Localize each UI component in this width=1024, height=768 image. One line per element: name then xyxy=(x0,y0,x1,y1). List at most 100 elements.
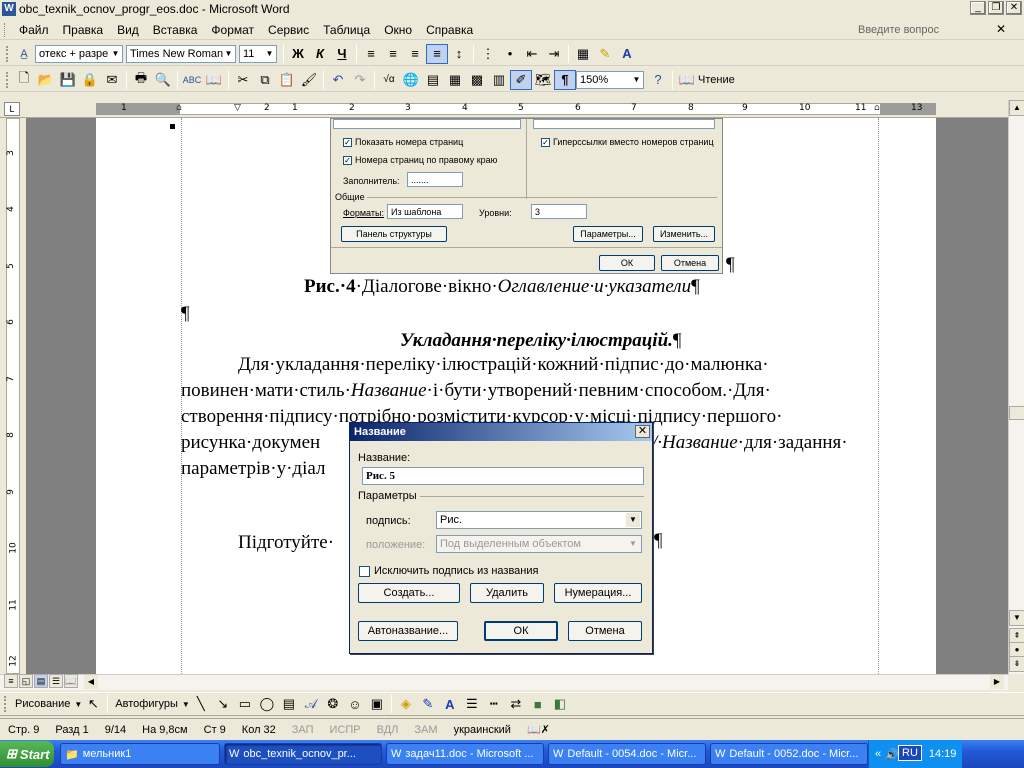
spelling-status-icon[interactable]: 📖✗ xyxy=(519,723,558,736)
taskbar-item[interactable]: W Default - 0054.doc - Micr... xyxy=(548,743,706,765)
print-preview-icon[interactable]: 🔍 xyxy=(152,70,174,90)
vertical-ruler[interactable]: 3 4 5 6 7 8 9 10 11 12 xyxy=(0,118,26,674)
redo-icon[interactable]: ↷ xyxy=(349,70,371,90)
menu-edit[interactable]: Правка xyxy=(56,23,111,37)
print-icon[interactable]: 🖶 xyxy=(130,70,152,90)
close-icon[interactable]: ✕ xyxy=(635,425,650,438)
equation-icon[interactable]: √α xyxy=(378,70,400,90)
paste-icon[interactable]: 📋 xyxy=(276,70,298,90)
first-line-indent-icon[interactable]: ▽ xyxy=(234,103,241,113)
outline-view-icon[interactable]: ☰ xyxy=(49,674,63,688)
horizontal-scrollbar[interactable]: ◀ ▶ xyxy=(0,674,1008,690)
picture-icon[interactable]: ▣ xyxy=(366,694,388,714)
menu-format[interactable]: Формат xyxy=(204,23,261,37)
close-document-icon[interactable]: ✕ xyxy=(996,22,1006,36)
underline-button[interactable]: Ч xyxy=(331,44,353,64)
scroll-up-icon[interactable]: ▲ xyxy=(1009,100,1024,116)
select-objects-icon[interactable]: ↖ xyxy=(82,694,104,714)
align-center-icon[interactable]: ≡ xyxy=(382,44,404,64)
status-overtype[interactable]: ЗАМ xyxy=(406,724,445,736)
help-icon[interactable]: ? xyxy=(647,70,669,90)
restore-button[interactable]: ❐ xyxy=(988,1,1004,15)
position-select[interactable]: Под выделенным объектом ▼ xyxy=(436,535,642,553)
autoshapes-menu[interactable]: Автофигуры xyxy=(111,698,182,710)
cancel-button[interactable]: Отмена xyxy=(568,621,642,641)
menu-view[interactable]: Вид xyxy=(110,23,146,37)
chevron-down-icon[interactable]: ▼ xyxy=(626,513,640,527)
close-button[interactable]: ✕ xyxy=(1006,1,1022,15)
autocaption-button[interactable]: Автоназвание... xyxy=(358,621,458,641)
status-track[interactable]: ИСПР xyxy=(322,724,369,736)
align-left-icon[interactable]: ≡ xyxy=(360,44,382,64)
paragraph-line[interactable]: Підготуйте· xyxy=(238,530,334,556)
label-select[interactable]: Рис. ▼ xyxy=(436,511,642,529)
numbering-button[interactable]: Нумерация... xyxy=(554,583,642,603)
copy-icon[interactable]: ⧉ xyxy=(254,70,276,90)
line-color-icon[interactable]: ✎ xyxy=(417,694,439,714)
textbox-icon[interactable]: ▤ xyxy=(278,694,300,714)
styles-pane-icon[interactable]: A̲ xyxy=(13,44,35,64)
scroll-thumb[interactable] xyxy=(1009,406,1024,420)
section-heading[interactable]: Укладання·переліку·ілюстрацій.¶ xyxy=(400,328,682,354)
paragraph-line[interactable]: параметрів·у·діал xyxy=(181,456,325,482)
taskbar-item[interactable]: Wзадач11.doc - Microsoft ... xyxy=(386,743,544,765)
delete-label-button[interactable]: Удалить xyxy=(470,583,544,603)
caption-name-input[interactable]: Рис. 5 xyxy=(362,467,644,485)
exclude-label-checkbox[interactable]: Исключить подпись из названия xyxy=(359,565,538,577)
normal-view-icon[interactable]: ≡ xyxy=(4,674,18,688)
drawing-toggle-icon[interactable]: ✐ xyxy=(510,69,532,90)
undo-icon[interactable]: ↶ xyxy=(327,70,349,90)
bullets-icon[interactable]: • xyxy=(499,44,521,64)
vertical-scrollbar[interactable]: ▲ ▼ ⇞ ● ⇟ xyxy=(1008,100,1024,674)
line-spacing-icon[interactable]: ↕ xyxy=(448,44,470,64)
taskbar-item[interactable]: W Default - 0052.doc - Micr... xyxy=(710,743,868,765)
permission-icon[interactable]: 🔒 xyxy=(79,70,101,90)
font-size-combo[interactable]: 11 ▼ xyxy=(239,44,277,63)
paragraph-line[interactable]: Для·укладання·переліку·ілюстрацій·кожний… xyxy=(238,352,769,378)
draw-menu[interactable]: Рисование xyxy=(11,698,74,710)
font-combo[interactable]: Times New Roman ▼ xyxy=(126,44,236,63)
open-folder-icon[interactable]: 📂 xyxy=(35,70,57,90)
email-icon[interactable]: ✉ xyxy=(101,70,123,90)
paragraph-line[interactable]: рисунка·докумен xyxy=(181,430,320,456)
justify-icon[interactable]: ≡ xyxy=(426,43,448,64)
oval-icon[interactable]: ◯ xyxy=(256,694,278,714)
menu-tools[interactable]: Сервис xyxy=(261,23,316,37)
indent-marker-icon[interactable]: ⌂ xyxy=(176,103,182,113)
reading-mode-button[interactable]: Чтение xyxy=(698,74,735,86)
scroll-right-icon[interactable]: ▶ xyxy=(990,675,1004,689)
menu-insert[interactable]: Вставка xyxy=(146,23,205,37)
menu-help[interactable]: Справка xyxy=(419,23,480,37)
menu-window[interactable]: Окно xyxy=(377,23,419,37)
hyperlink-icon[interactable]: 🌐 xyxy=(400,70,422,90)
scroll-left-icon[interactable]: ◀ xyxy=(84,675,98,689)
decrease-indent-icon[interactable]: ⇤ xyxy=(521,44,543,64)
bold-button[interactable]: Ж xyxy=(287,44,309,64)
create-label-button[interactable]: Создать... xyxy=(358,583,460,603)
zoom-combo[interactable]: 150% ▼ xyxy=(576,70,644,89)
format-painter-icon[interactable]: 🖌 xyxy=(298,70,320,90)
wordart-icon[interactable]: 𝒜 xyxy=(300,694,322,714)
paragraph-line[interactable]: повинен·мати·стиль·Название·і·бути·утвор… xyxy=(181,378,771,404)
document-map-icon[interactable]: 🗺 xyxy=(532,70,554,90)
volume-icon[interactable]: 🔊 xyxy=(885,748,899,761)
taskbar-item[interactable]: 📁 мельник1 xyxy=(60,743,220,765)
save-icon[interactable]: 💾 xyxy=(57,70,79,90)
web-view-icon[interactable]: ◱ xyxy=(19,674,33,688)
language-indicator[interactable]: RU xyxy=(898,745,922,761)
minimize-button[interactable]: _ xyxy=(970,1,986,15)
menu-table[interactable]: Таблица xyxy=(316,23,377,37)
taskbar-item[interactable]: Wobc_texnik_ocnov_pr... xyxy=(224,743,382,765)
tray-expand-icon[interactable]: « xyxy=(875,748,881,760)
reading-icon[interactable]: 📖 xyxy=(676,70,698,90)
line-style-icon[interactable]: ☰ xyxy=(461,694,483,714)
style-combo[interactable]: отекс + разре ▼ xyxy=(35,44,123,63)
cut-icon[interactable]: ✂ xyxy=(232,70,254,90)
print-layout-icon[interactable]: ▤ xyxy=(34,674,48,688)
rectangle-icon[interactable]: ▭ xyxy=(234,694,256,714)
paragraph-line[interactable]: /·Название·для·задання· xyxy=(652,430,848,456)
arrow-style-icon[interactable]: ⇄ xyxy=(505,694,527,714)
font-color-icon[interactable]: A xyxy=(616,44,638,64)
checkbox-box[interactable] xyxy=(359,565,370,577)
research-icon[interactable]: 📖 xyxy=(203,70,225,90)
